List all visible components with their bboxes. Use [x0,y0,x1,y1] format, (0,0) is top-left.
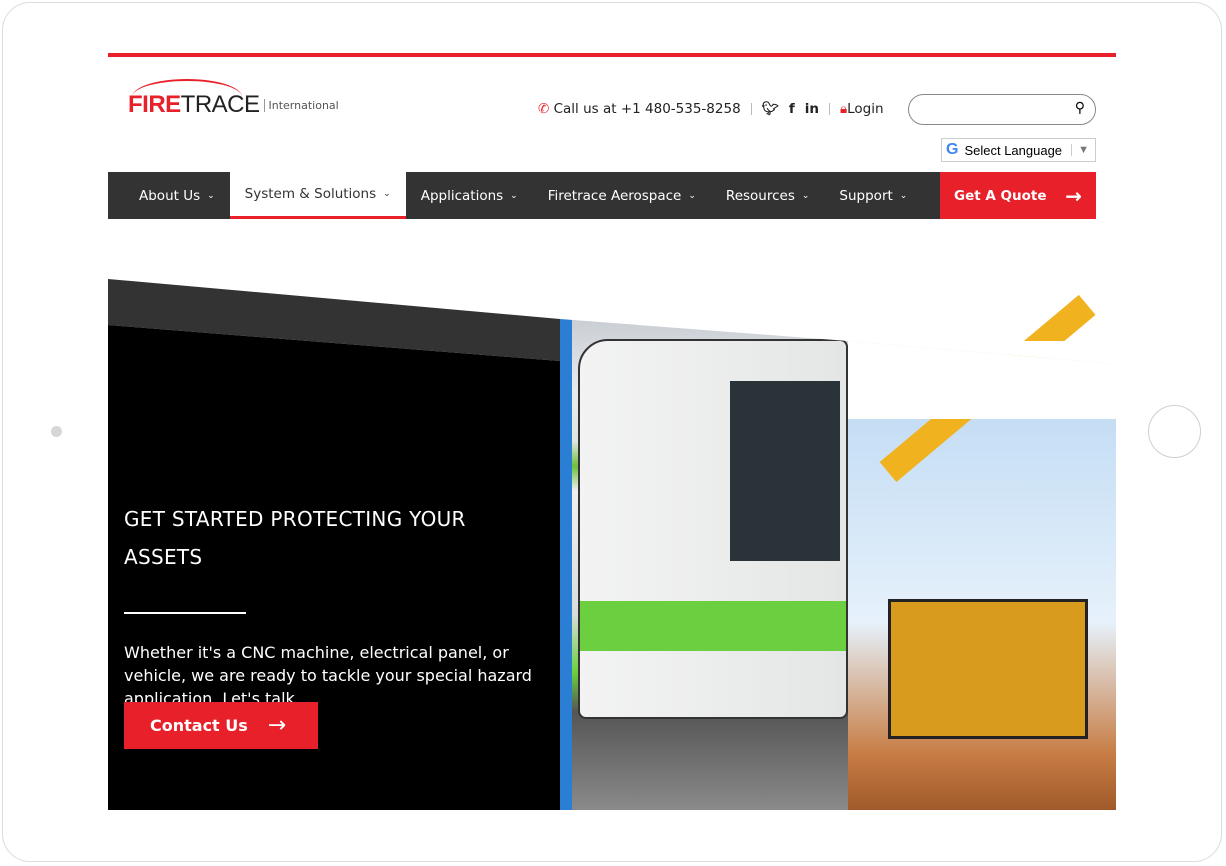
chevron-down-icon: ⌄ [899,190,908,201]
divider [750,103,752,115]
divider [828,103,830,115]
chevron-down-icon: ⌄ [510,190,518,201]
chevron-down-icon: ⌄ [688,190,696,201]
phone-icon: ✆ [538,101,550,117]
nav-support[interactable]: Support ⌄ [824,172,922,219]
hero-body: Whether it's a CNC machine, electrical p… [124,643,532,708]
facebook-icon[interactable]: f [789,101,795,117]
linkedin-icon[interactable]: in [805,101,819,117]
chevron-down-icon: ⌄ [801,190,810,201]
chevron-down-icon: ⌄ [383,189,391,199]
hero-title: GET STARTED PROTECTING YOUR ASSETS [124,507,466,569]
nav-about-us[interactable]: About Us ⌄ [108,172,230,219]
contact-us-button[interactable]: Contact Us → [124,702,318,749]
main-nav: About Us ⌄ System & Solutions ⌄ Applicatio… [108,172,1096,219]
login-link[interactable]: 🔒︎Login [840,101,884,117]
arrow-right-icon: → [1065,183,1082,208]
top-accent-bar [108,53,1116,57]
arrow-right-icon: → [267,713,287,738]
home-button[interactable] [1148,405,1201,458]
utility-bar: ✆ Call us at +1 480-535-8258 🐦︎ f in 🔒︎L… [538,101,884,117]
logo[interactable]: FIRETRACE International [128,91,339,119]
dropdown-arrow-icon: ▼ [1071,144,1095,156]
chevron-down-icon: ⌄ [207,190,215,201]
get-a-quote-button[interactable]: Get A Quote → [940,172,1096,219]
search-input[interactable]: ⚲ [908,94,1096,125]
google-icon: G [946,141,959,158]
hero: GET STARTED PROTECTING YOUR ASSETS Wheth… [108,279,1116,810]
panel-slant [108,325,560,364]
nav-applications[interactable]: Applications ⌄ [406,172,533,219]
twitter-icon[interactable]: 🐦︎ [762,101,779,117]
phone-link[interactable]: ✆ Call us at +1 480-535-8258 [538,101,741,117]
language-select[interactable]: G Select Language ▼ [941,138,1096,162]
hero-divider [124,612,246,614]
search-icon[interactable]: ⚲ [1075,100,1085,116]
screen: FIRETRACE International ✆ Call us at +1 4… [108,53,1116,810]
camera-dot [51,426,62,437]
nav-system-solutions[interactable]: System & Solutions ⌄ [229,172,406,219]
excavator-cab [888,599,1088,739]
nav-resources[interactable]: Resources ⌄ [711,172,825,219]
nav-firetrace-aerospace[interactable]: Firetrace Aerospace ⌄ [533,172,711,219]
